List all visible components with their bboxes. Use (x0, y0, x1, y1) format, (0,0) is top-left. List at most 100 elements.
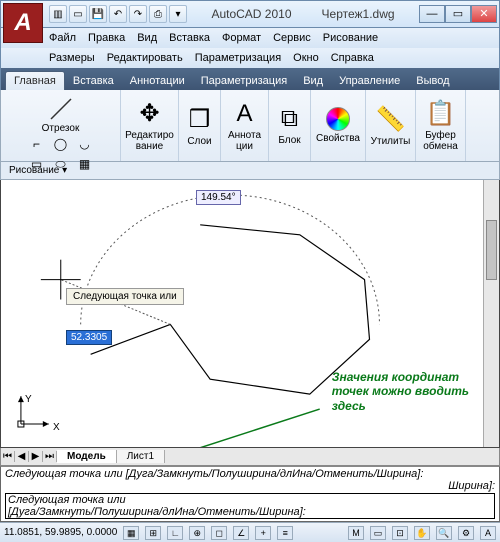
arc-tool[interactable]: ◡ (73, 134, 97, 154)
layers-icon: ❒ (189, 105, 211, 134)
app-title: AutoCAD 2010 (211, 7, 291, 21)
pan-button[interactable]: ✋ (414, 526, 430, 540)
document-title: Чертеж1.dwg (322, 7, 395, 21)
qat-undo-button[interactable]: ↶ (109, 5, 127, 23)
color-wheel-icon (326, 107, 350, 131)
ortho-toggle[interactable]: ∟ (167, 526, 183, 540)
panel-block[interactable]: ⧉ Блок (269, 90, 311, 161)
command-window[interactable]: Следующая точка или [Дуга/Замкнуть/Полуш… (0, 466, 500, 522)
polar-toggle[interactable]: ⊕ (189, 526, 205, 540)
layout-button[interactable]: ▭ (370, 526, 386, 540)
model-button[interactable]: M (348, 526, 364, 540)
qat-new-button[interactable]: ▥ (49, 5, 67, 23)
tab-sheet1[interactable]: Лист1 (117, 450, 165, 463)
menu-format[interactable]: Формат (222, 32, 261, 44)
layers-label: Слои (187, 136, 211, 147)
polyline-tool[interactable]: ⌐ (25, 134, 49, 154)
zoom-button[interactable]: 🔍 (436, 526, 452, 540)
menu-insert[interactable]: Вставка (169, 32, 210, 44)
osnap-toggle[interactable]: ◻ (211, 526, 227, 540)
tab-nav-last[interactable]: ⏭ (43, 451, 57, 462)
tab-nav-first[interactable]: ⏮ (1, 451, 15, 462)
qat-print-button[interactable]: ⎙ (149, 5, 167, 23)
tab-nav-prev[interactable]: ◀ (15, 451, 29, 462)
tab-manage[interactable]: Управление (331, 72, 408, 90)
dyn-toggle[interactable]: + (255, 526, 271, 540)
tab-insert[interactable]: Вставка (65, 72, 122, 90)
minimize-button[interactable]: — (419, 5, 445, 23)
line-icon (47, 95, 75, 123)
steering-button[interactable]: ⚙ (458, 526, 474, 540)
coordinates-readout: 11.0851, 59.9895, 0.0000 (4, 527, 117, 538)
block-label: Блок (278, 135, 300, 146)
command-input[interactable]: Следующая точка или [Дуга/Замкнуть/Полуш… (5, 493, 495, 519)
vertical-scrollbar[interactable] (483, 180, 499, 447)
qat-open-button[interactable]: ▭ (69, 5, 87, 23)
panel-clipboard[interactable]: 📋 Буфер обмена (416, 90, 466, 161)
text-icon: A (236, 100, 252, 128)
tab-nav-next[interactable]: ▶ (29, 451, 43, 462)
ellipse-tool[interactable]: ⬭ (49, 154, 73, 174)
line-tool[interactable]: Отрезок (41, 94, 81, 134)
utils-label: Утилиты (371, 136, 411, 147)
tab-view[interactable]: Вид (295, 72, 331, 90)
menu-service[interactable]: Сервис (273, 32, 311, 44)
ribbon-tabs: Главная Вставка Аннотации Параметризация… (0, 68, 500, 90)
distance-input[interactable]: 52.3305 (66, 330, 112, 345)
qat-dropdown[interactable]: ▾ (169, 5, 187, 23)
angle-readout: 149.54° (196, 190, 241, 205)
hatch-tool[interactable]: ▦ (73, 154, 97, 174)
panel-layers[interactable]: ❒ Слои (179, 90, 221, 161)
tab-home[interactable]: Главная (5, 71, 65, 90)
otrack-toggle[interactable]: ∠ (233, 526, 249, 540)
instruction-annotation: Значения координат точек можно вводить з… (332, 370, 469, 413)
annot-scale-button[interactable]: A (480, 526, 496, 540)
menu-dims[interactable]: Размеры (49, 52, 95, 64)
panel-props[interactable]: Свойства (311, 90, 366, 161)
panel-utils[interactable]: 📏 Утилиты (366, 90, 416, 161)
layout-tabs: ⏮ ◀ ▶ ⏭ Модель Лист1 (0, 448, 500, 466)
menu-draw[interactable]: Рисование (323, 32, 378, 44)
tab-output[interactable]: Вывод (408, 72, 457, 90)
quick-access-toolbar: ▥ ▭ 💾 ↶ ↷ ⎙ ▾ (49, 5, 187, 23)
rect-tool[interactable]: ▭ (25, 154, 49, 174)
menu-bar-1: Файл Правка Вид Вставка Формат Сервис Ри… (0, 28, 500, 48)
menu-window[interactable]: Окно (293, 52, 319, 64)
qat-save-button[interactable]: 💾 (89, 5, 107, 23)
paste-icon: 📋 (426, 99, 456, 128)
snap-toggle[interactable]: ▦ (123, 526, 139, 540)
lwt-toggle[interactable]: ≡ (277, 526, 293, 540)
cmd-history-1: Следующая точка или [Дуга/Замкнуть/Полуш… (5, 468, 495, 480)
menu-view[interactable]: Вид (137, 32, 157, 44)
menu-bar-2: Размеры Редактировать Параметризация Окн… (0, 48, 500, 68)
command-tooltip: Следующая точка или (66, 288, 184, 305)
move-icon: ✥ (139, 99, 159, 128)
props-label: Свойства (316, 133, 360, 144)
annot-label: Аннота ции (228, 130, 261, 152)
grid-toggle[interactable]: ⊞ (145, 526, 161, 540)
qat-redo-button[interactable]: ↷ (129, 5, 147, 23)
close-button[interactable]: ✕ (471, 5, 497, 23)
tab-annot[interactable]: Аннотации (122, 72, 193, 90)
line-label: Отрезок (42, 123, 80, 134)
quick-view-button[interactable]: ⊡ (392, 526, 408, 540)
menu-help[interactable]: Справка (331, 52, 374, 64)
menu-modify[interactable]: Редактировать (107, 52, 183, 64)
drawing-canvas[interactable]: 149.54° Следующая точка или 52.3305 Знач… (0, 180, 500, 448)
panel-annot[interactable]: A Аннота ции (221, 90, 269, 161)
cmd-history-2: Ширина]: (5, 480, 495, 492)
menu-param[interactable]: Параметризация (195, 52, 281, 64)
ucs-x-label: X (53, 422, 60, 433)
panel-modify[interactable]: ✥ Редактиро вание (121, 90, 179, 161)
app-logo[interactable]: A (3, 3, 43, 43)
maximize-button[interactable]: ▭ (445, 5, 471, 23)
measure-icon: 📏 (376, 105, 406, 134)
ucs-y-label: Y (25, 394, 32, 405)
ribbon-body: Отрезок ⌐ ◯ ◡ ▭ ⬭ ▦ ✥ Редактиро вание ❒ … (0, 90, 500, 162)
tab-model[interactable]: Модель (57, 450, 117, 463)
tab-param[interactable]: Параметризация (193, 72, 295, 90)
menu-file[interactable]: Файл (49, 32, 76, 44)
block-icon: ⧉ (281, 105, 298, 133)
menu-edit[interactable]: Правка (88, 32, 125, 44)
circle-tool[interactable]: ◯ (49, 134, 73, 154)
